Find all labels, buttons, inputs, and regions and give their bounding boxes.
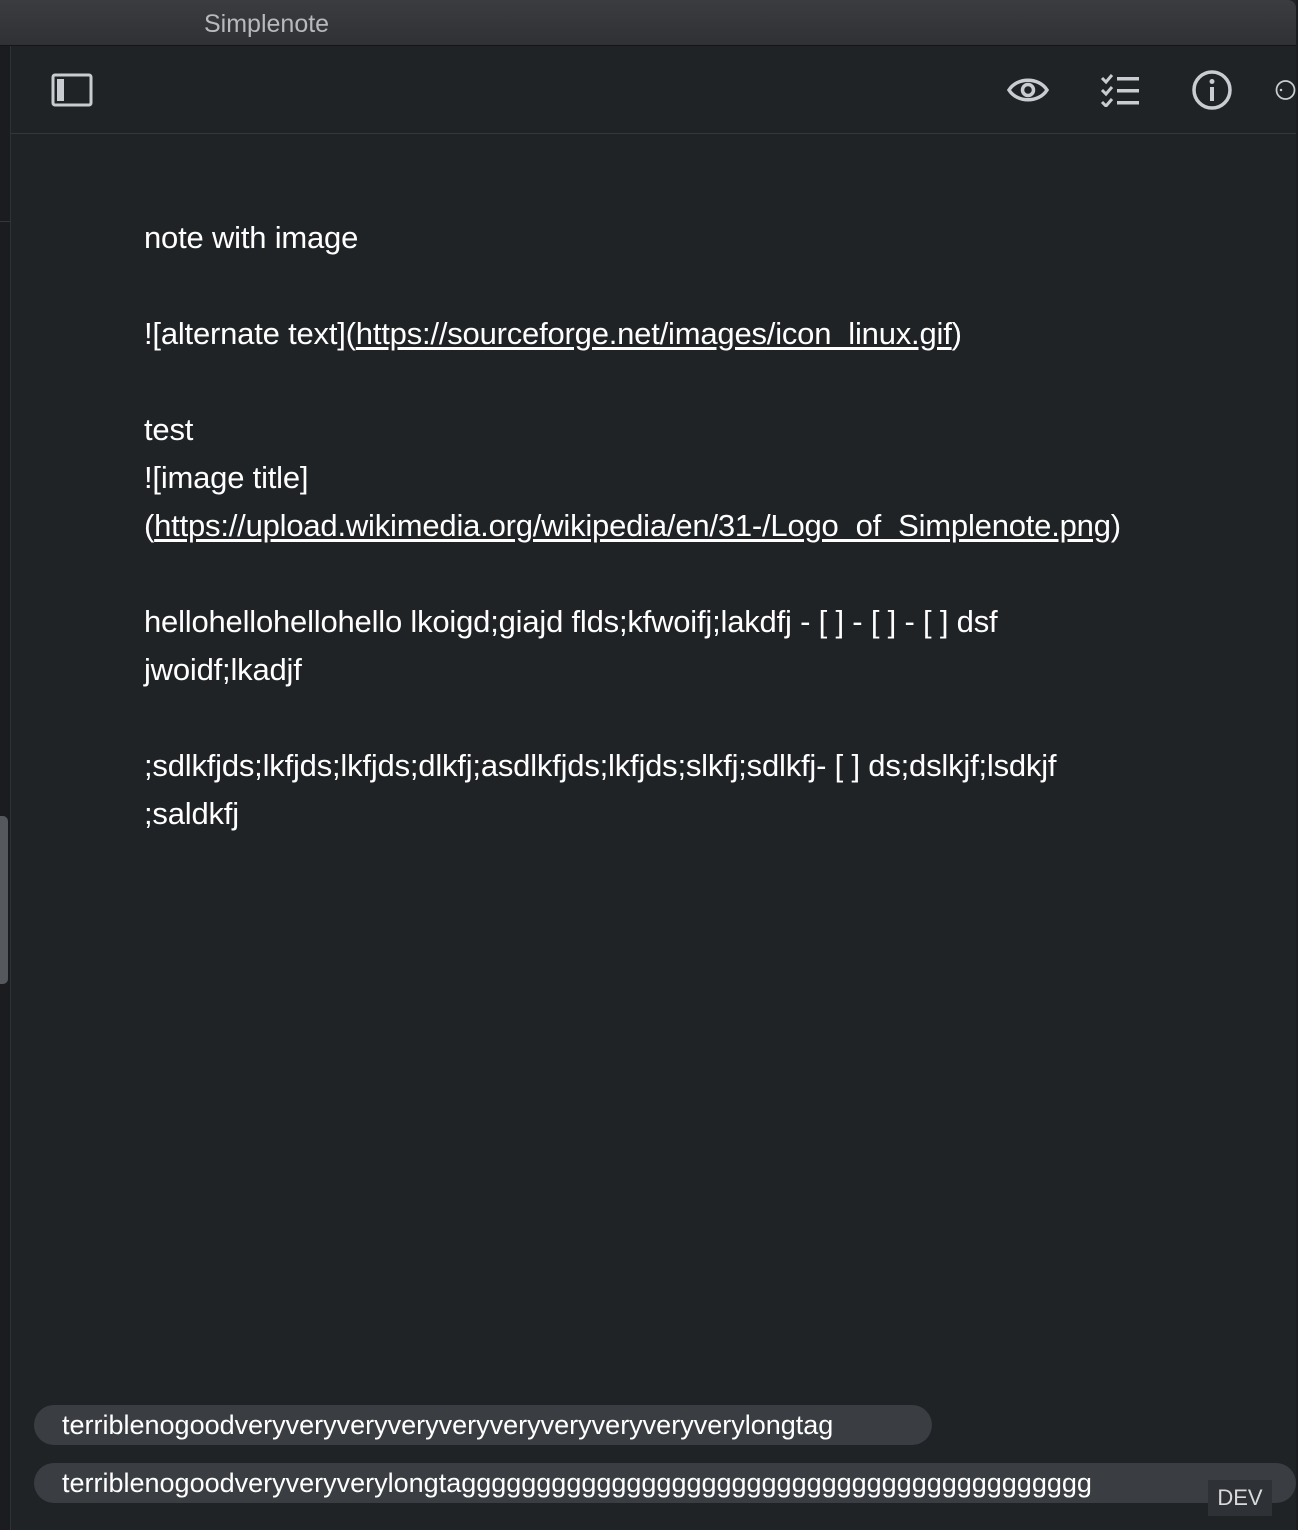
note-line: jwoidf;lkadjf [144, 652, 302, 687]
note-line: ![image title] [144, 460, 309, 495]
scrollbar-thumb[interactable] [0, 816, 8, 984]
eye-icon [1007, 78, 1049, 102]
checklist-icon [1100, 74, 1139, 107]
markdown-text: ) [1110, 508, 1121, 543]
note-line: ![alternate text](https://sourceforge.ne… [144, 310, 1224, 358]
insert-checklist-button[interactable] [1096, 66, 1144, 114]
note-line: ;sdlkfjds;lkfjds;lkfjds;dlkfj;asdlkfjds;… [144, 748, 1057, 783]
note-line: ;saldkfj [144, 796, 239, 831]
note-editor[interactable]: note with image ![alternate text](https:… [144, 214, 1224, 838]
ellipsis-icon [1275, 80, 1296, 100]
note-line: note with image [144, 220, 359, 255]
note-line: test [144, 412, 194, 447]
app-window: Simplenote note with image ![alternate t… [0, 0, 1296, 1530]
markdown-text: ( [144, 508, 155, 543]
markdown-text: ![alternate text]( [144, 316, 356, 351]
info-button[interactable] [1188, 66, 1236, 114]
info-icon [1192, 70, 1232, 110]
divider [0, 221, 10, 222]
markdown-text: ) [951, 316, 962, 351]
more-actions-button[interactable] [1275, 66, 1296, 114]
window-title: Simplenote [204, 10, 330, 38]
note-line: hellohellohellohello lkoigd;giajd flds;k… [144, 604, 998, 639]
note-toolbar [11, 46, 1296, 134]
tag-chip[interactable]: terriblenogoodveryveryverylongtagggggggg… [34, 1463, 1296, 1503]
title-bar[interactable]: Simplenote [0, 0, 1296, 46]
note-line: (https://upload.wikimedia.org/wikipedia/… [144, 502, 1224, 550]
tag-chip[interactable]: terriblenogoodveryveryveryveryveryveryve… [34, 1405, 932, 1445]
note-list-edge [0, 46, 11, 1530]
toggle-sidebar-button[interactable] [48, 66, 96, 114]
note-link[interactable]: https://sourceforge.net/images/icon_linu… [356, 316, 952, 351]
dev-badge: DEV [1208, 1480, 1272, 1516]
sidebar-icon [51, 73, 93, 107]
note-link[interactable]: https://upload.wikimedia.org/wikipedia/e… [154, 508, 1111, 543]
preview-button[interactable] [1004, 66, 1052, 114]
